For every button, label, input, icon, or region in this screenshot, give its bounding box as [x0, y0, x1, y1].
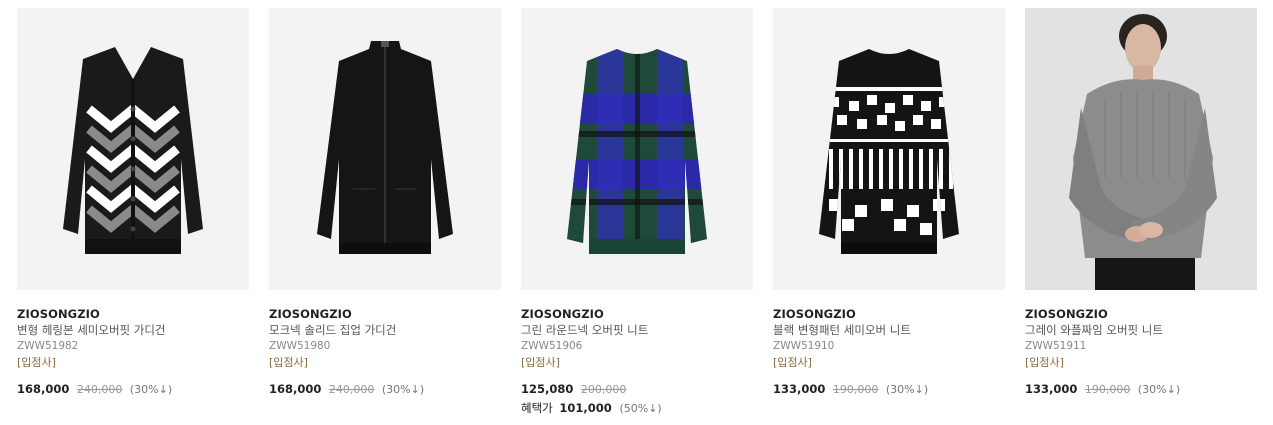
product-brand: ZIOSONGZIO	[521, 307, 604, 321]
product-card[interactable]: ZIOSONGZIO 변형 헤링본 세미오버핏 가디건 ZWW51982 [입점…	[17, 8, 249, 397]
product-image-link[interactable]	[521, 8, 753, 290]
product-brand: ZIOSONGZIO	[17, 307, 100, 321]
green-check-knit-image	[567, 49, 707, 254]
sale-price: 125,080	[521, 382, 574, 396]
product-name[interactable]: 변형 헤링본 세미오버핏 가디건	[17, 322, 249, 338]
vendor-label: [입점사]	[269, 356, 308, 369]
original-price: 190,000	[832, 383, 879, 396]
price-row: 125,080 200,000	[521, 382, 753, 397]
discount-rate: (30%↓)	[129, 383, 173, 396]
product-image-link[interactable]	[773, 8, 1005, 290]
product-code: ZWW51906	[521, 340, 583, 352]
price-row: 133,000 190,000 (30%↓)	[773, 382, 1005, 397]
original-price: 240,000	[76, 383, 123, 396]
product-name[interactable]: 그레이 와플짜임 오버핏 니트	[1025, 322, 1257, 338]
discount-rate: (30%↓)	[1137, 383, 1181, 396]
product-grid: ZIOSONGZIO 변형 헤링본 세미오버핏 가디건 ZWW51982 [입점…	[0, 0, 1273, 425]
price-row: 168,000 240,000 (30%↓)	[269, 382, 501, 397]
product-code: ZWW51911	[1025, 340, 1087, 352]
sale-price: 168,000	[17, 382, 70, 396]
product-card[interactable]: ZIOSONGZIO 그레이 와플짜임 오버핏 니트 ZWW51911 [입점사…	[1025, 8, 1257, 397]
sale-price: 168,000	[269, 382, 322, 396]
product-card[interactable]: ZIOSONGZIO 블랙 변형패턴 세미오버 니트 ZWW51910 [입점사…	[773, 8, 1005, 397]
product-name[interactable]: 그린 라운드넥 오버핏 니트	[521, 322, 753, 338]
product-image-link[interactable]	[1025, 8, 1257, 290]
zip-cardigan-image	[317, 41, 453, 254]
benefit-discount: (50%↓)	[619, 402, 662, 415]
original-price: 240,000	[328, 383, 375, 396]
product-image-link[interactable]	[17, 8, 249, 290]
vendor-label: [입점사]	[773, 356, 812, 369]
original-price: 190,000	[1084, 383, 1131, 396]
benefit-price-row: 혜택가 101,000 (50%↓)	[521, 400, 753, 416]
product-code: ZWW51980	[269, 340, 331, 352]
sale-price: 133,000	[773, 382, 826, 396]
sale-price: 133,000	[1025, 382, 1078, 396]
original-price: 200,000	[580, 383, 627, 396]
product-code: ZWW51910	[773, 340, 835, 352]
product-code: ZWW51982	[17, 340, 79, 352]
vendor-label: [입점사]	[521, 356, 560, 369]
price-row: 168,000 240,000 (30%↓)	[17, 382, 249, 397]
benefit-price: 101,000	[559, 401, 612, 415]
grey-waffle-knit-model-image	[1025, 8, 1257, 290]
price-row: 133,000 190,000 (30%↓)	[1025, 382, 1257, 397]
black-pattern-knit-image	[819, 49, 959, 254]
product-name[interactable]: 블랙 변형패턴 세미오버 니트	[773, 322, 1005, 338]
discount-rate: (30%↓)	[381, 383, 425, 396]
product-card[interactable]: ZIOSONGZIO 그린 라운드넥 오버핏 니트 ZWW51906 [입점사]…	[521, 8, 753, 416]
product-brand: ZIOSONGZIO	[773, 307, 856, 321]
product-brand: ZIOSONGZIO	[1025, 307, 1108, 321]
vendor-label: [입점사]	[17, 356, 56, 369]
product-brand: ZIOSONGZIO	[269, 307, 352, 321]
vendor-label: [입점사]	[1025, 356, 1064, 369]
product-name[interactable]: 모크넥 솔리드 집업 가디건	[269, 322, 501, 338]
cardigan-chevron-image	[63, 47, 203, 254]
discount-rate: (30%↓)	[885, 383, 929, 396]
product-card[interactable]: ZIOSONGZIO 모크넥 솔리드 집업 가디건 ZWW51980 [입점사]…	[269, 8, 501, 397]
benefit-label: 혜택가	[521, 401, 553, 415]
product-image-link[interactable]	[269, 8, 501, 290]
